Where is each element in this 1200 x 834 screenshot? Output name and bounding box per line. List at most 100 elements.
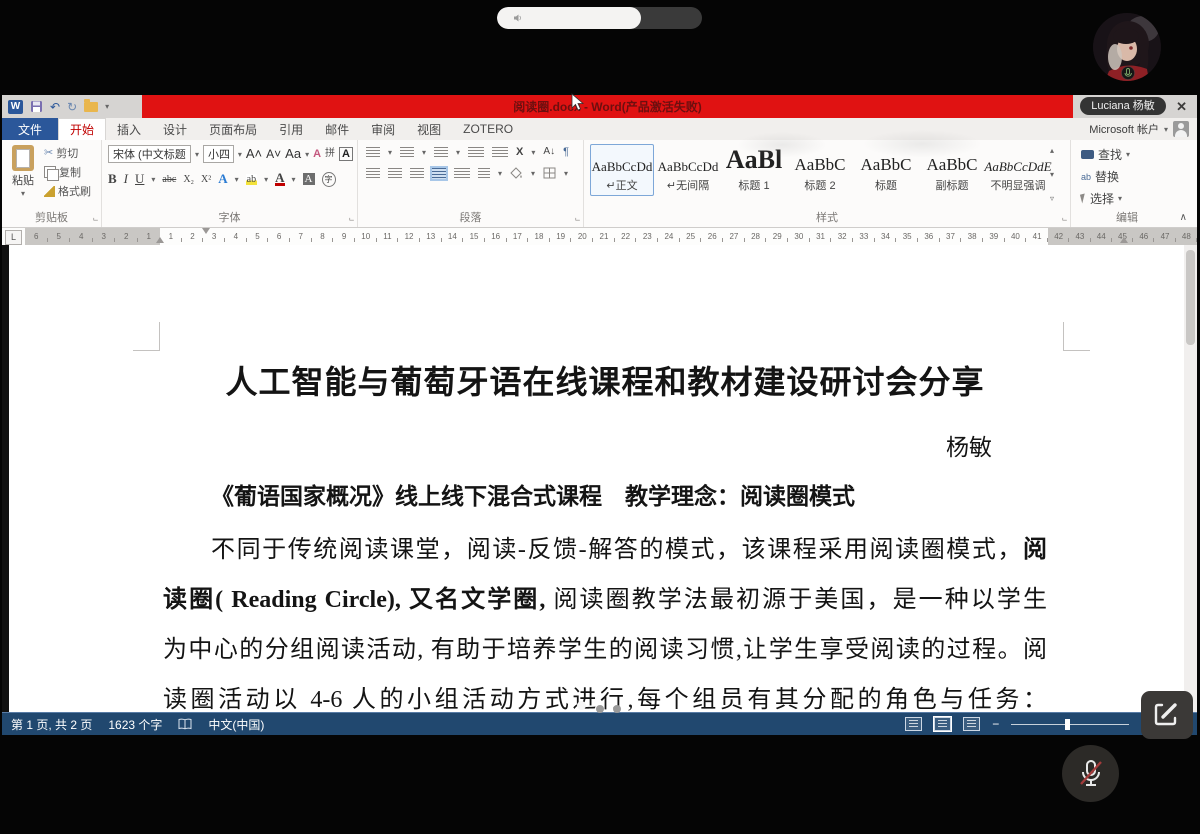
bullets-button[interactable] (366, 147, 380, 158)
align-right-button[interactable] (410, 168, 424, 179)
read-mode-icon[interactable] (905, 717, 922, 731)
scrollbar-thumb[interactable] (1186, 250, 1195, 345)
grow-font-button[interactable]: A˄ (246, 148, 262, 160)
multilevel-list-button[interactable] (434, 147, 448, 158)
tab-selector[interactable]: L (5, 230, 22, 245)
zoom-slider[interactable] (1011, 724, 1129, 725)
asian-layout-button[interactable]: X (516, 146, 523, 158)
qat-dropdown-icon[interactable]: ▾ (105, 102, 109, 111)
styles-more-icon[interactable]: ▿ (1050, 194, 1054, 203)
tab-视图[interactable]: 视图 (406, 118, 452, 140)
paste-dropdown-icon[interactable]: ▾ (21, 189, 25, 198)
word-logo-icon[interactable]: W (8, 100, 23, 114)
replace-button[interactable]: ab替换 (1081, 168, 1179, 185)
copy-button[interactable]: 复制 (44, 164, 91, 180)
phonetic-guide-button[interactable]: 拼 (325, 148, 335, 160)
shrink-font-button[interactable]: A˅ (266, 148, 281, 160)
numbering-button[interactable] (400, 147, 414, 158)
bold-button[interactable]: B (108, 171, 117, 187)
styles-dialog-launcher[interactable]: ¬ (1062, 216, 1067, 224)
print-layout-icon[interactable] (934, 717, 951, 731)
highlight-button[interactable]: ab (246, 174, 257, 185)
show-hide-marks-button[interactable]: ¶ (563, 146, 569, 158)
style-不明显强调[interactable]: AaBbCcDdE不明显强调 (986, 144, 1050, 196)
font-dialog-launcher[interactable]: ¬ (349, 216, 354, 224)
first-line-indent-marker[interactable] (202, 228, 210, 234)
proofing-book-icon[interactable] (178, 718, 192, 730)
tab-file[interactable]: 文件 (2, 118, 58, 140)
styles-scroll-down-icon[interactable]: ▾ (1050, 170, 1054, 179)
microphone-muted-button[interactable] (1062, 745, 1119, 802)
underline-button[interactable]: U (135, 171, 144, 187)
style-无间隔[interactable]: AaBbCcDd↵无间隔 (656, 144, 720, 196)
vertical-scrollbar[interactable] (1184, 245, 1197, 712)
subscript-button[interactable]: X₂ (183, 174, 194, 185)
justify-button[interactable] (432, 168, 446, 179)
collapse-ribbon-icon[interactable]: ∧ (1180, 212, 1187, 223)
superscript-button[interactable]: X² (201, 174, 211, 185)
right-indent-marker[interactable] (1120, 237, 1128, 243)
zoom-slider-thumb[interactable] (1065, 719, 1070, 730)
page-dot-active[interactable] (577, 701, 586, 710)
tab-审阅[interactable]: 审阅 (360, 118, 406, 140)
clipboard-dialog-launcher[interactable]: ¬ (93, 216, 98, 224)
tab-引用[interactable]: 引用 (268, 118, 314, 140)
hanging-indent-marker[interactable] (156, 237, 164, 243)
select-button[interactable]: 选择▾ (1081, 190, 1179, 207)
font-name-dropdown-icon[interactable]: ▾ (195, 150, 199, 159)
account-avatar-icon[interactable] (1173, 121, 1189, 137)
decrease-indent-button[interactable] (468, 147, 484, 158)
change-case-button[interactable]: Aa (285, 148, 301, 160)
page-dot[interactable] (613, 705, 621, 713)
italic-button[interactable]: I (124, 171, 128, 187)
paste-button[interactable]: 粘贴 ▾ (6, 145, 40, 209)
font-color-button[interactable]: A (275, 173, 284, 186)
tab-设计[interactable]: 设计 (152, 118, 198, 140)
align-center-button[interactable] (388, 168, 402, 179)
tab-开始[interactable]: 开始 (58, 118, 106, 140)
increase-indent-button[interactable] (492, 147, 508, 158)
distribute-button[interactable] (454, 168, 470, 179)
clear-formatting-button[interactable]: A (313, 148, 321, 160)
shading-bucket-icon[interactable] (510, 167, 523, 179)
meeting-toolbar-audio[interactable] (497, 7, 641, 29)
undo-icon[interactable]: ↶ (50, 100, 60, 114)
close-icon[interactable]: ✕ (1176, 99, 1187, 115)
character-shading-button[interactable]: A (303, 173, 315, 185)
find-button[interactable]: 查找▾ (1081, 146, 1179, 163)
font-size-dropdown-icon[interactable]: ▾ (238, 150, 242, 159)
sort-button[interactable]: A↓ (543, 146, 555, 158)
text-effects-button[interactable]: A (218, 171, 227, 187)
cut-button[interactable]: ✂剪切 (44, 145, 91, 161)
save-icon[interactable] (30, 100, 43, 113)
web-layout-icon[interactable] (963, 717, 980, 731)
document-canvas[interactable]: 人工智能与葡萄牙语在线课程和教材建设研讨会分享 杨敏 《葡语国家概况》线上线下混… (2, 245, 1197, 712)
open-folder-icon[interactable] (84, 102, 98, 112)
participant-avatar[interactable] (1093, 13, 1161, 81)
language-indicator[interactable]: 中文(中国) (208, 716, 264, 733)
borders-icon[interactable] (543, 167, 556, 179)
style-正文[interactable]: AaBbCcDd↵正文 (590, 144, 654, 196)
tab-页面布局[interactable]: 页面布局 (198, 118, 268, 140)
format-painter-button[interactable]: 格式刷 (44, 183, 91, 199)
redo-icon[interactable]: ↻ (67, 100, 77, 114)
meeting-toolbar-pill[interactable] (497, 7, 702, 29)
line-spacing-button[interactable] (478, 168, 490, 179)
zoom-out-icon[interactable]: − (992, 717, 999, 731)
paragraph-dialog-launcher[interactable]: ¬ (575, 216, 580, 224)
word-count[interactable]: 1623 个字 (108, 716, 162, 733)
align-left-button[interactable] (366, 168, 380, 179)
tab-邮件[interactable]: 邮件 (314, 118, 360, 140)
character-border-button[interactable]: A (339, 147, 353, 161)
page-dot[interactable] (596, 705, 604, 713)
tab-ZOTERO[interactable]: ZOTERO (452, 118, 524, 140)
horizontal-ruler[interactable]: L 654321 1234567891011121314151617181920… (2, 228, 1197, 245)
font-size-combobox[interactable]: 小四 (203, 145, 234, 163)
page-indicator[interactable]: 第 1 页, 共 2 页 (11, 716, 92, 733)
styles-scroll-up-icon[interactable]: ▴ (1050, 146, 1054, 155)
account-area[interactable]: Microsoft 帐户 ▾ (1089, 118, 1197, 140)
annotation-tool-button[interactable] (1141, 691, 1193, 739)
enclose-characters-button[interactable]: 字 (322, 172, 336, 187)
strikethrough-button[interactable]: abc (162, 174, 176, 185)
font-name-combobox[interactable]: 宋体 (中文标题 (108, 145, 191, 163)
